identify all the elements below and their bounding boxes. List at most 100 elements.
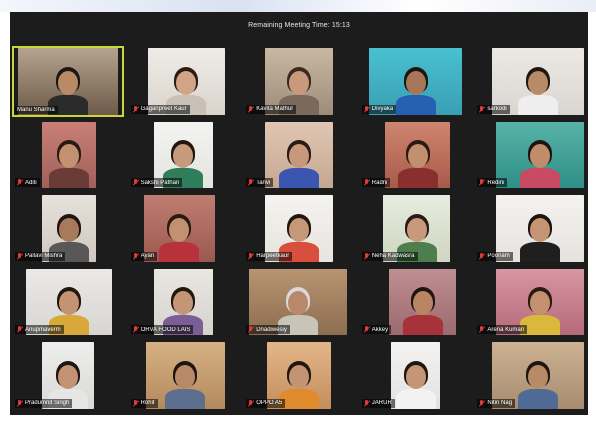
participant-figure xyxy=(394,59,438,115)
participant-tile[interactable]: Redini xyxy=(474,119,586,191)
participant-video xyxy=(42,121,96,189)
participant-name: Gaganpreet Kaur xyxy=(140,106,187,113)
muted-microphone-icon xyxy=(248,326,254,333)
participant-name-label: Nitin Nag xyxy=(477,398,516,408)
muted-microphone-icon xyxy=(248,105,254,113)
participant-name: Pradumnit Singh xyxy=(25,400,70,407)
participant-tile[interactable]: Ayan xyxy=(127,193,240,264)
participant-tile[interactable]: Neha Kadwasra xyxy=(358,193,471,264)
participant-tile[interactable]: Gaganpreet Kaur xyxy=(127,46,240,117)
participant-video xyxy=(265,121,333,189)
participant-video xyxy=(18,48,118,115)
participant-name-label: Dnadiwesiy xyxy=(246,325,290,335)
desktop-background xyxy=(0,0,596,12)
participant-name-label: Poonam xyxy=(477,251,513,261)
participant-name: Kavita Mathur xyxy=(256,106,294,113)
muted-microphone-icon xyxy=(479,252,485,260)
participant-tile[interactable]: ORVA FOOD LAIS xyxy=(127,266,240,338)
participant-figure xyxy=(394,353,438,409)
participant-tile[interactable]: Pradumnit Singh xyxy=(12,340,124,411)
meeting-window: Remaining Meeting Time: 15:13 Manu Sharm… xyxy=(10,12,588,415)
muted-microphone-icon xyxy=(133,326,139,333)
participant-figure xyxy=(518,132,562,189)
participant-tile[interactable]: Pallavi Mishra xyxy=(12,193,124,264)
participant-tile[interactable]: Radni xyxy=(358,119,471,191)
participant-tile[interactable]: OPPO A5 xyxy=(243,340,355,411)
participant-tile[interactable]: Akkey xyxy=(358,266,471,338)
muted-microphone-icon xyxy=(479,399,485,407)
participant-name: Tanvi xyxy=(256,179,271,186)
participant-name: Manu Sharma xyxy=(17,106,55,113)
muted-microphone-icon xyxy=(364,179,370,186)
participant-tile[interactable]: Aditi xyxy=(12,119,124,191)
muted-microphone-icon xyxy=(133,105,139,113)
muted-microphone-icon xyxy=(364,252,370,260)
participant-tile[interactable]: Tanvi xyxy=(243,119,355,191)
participant-name-label: sarkodi xyxy=(477,104,510,114)
muted-microphone-icon xyxy=(479,326,485,333)
participant-tile[interactable]: Anupmaverm xyxy=(12,266,124,338)
participant-figure xyxy=(163,353,207,409)
muted-microphone-icon xyxy=(133,252,139,260)
muted-microphone-icon xyxy=(17,399,23,407)
meeting-timer-text: Remaining Meeting Time: 15:13 xyxy=(248,21,350,29)
muted-microphone-icon xyxy=(248,179,254,186)
muted-microphone-icon xyxy=(364,399,370,407)
participant-name: Harpeetkaur xyxy=(256,253,290,260)
participant-name-label: Redini xyxy=(477,178,508,188)
participant-name-label: Arena Kumari xyxy=(477,325,528,335)
participant-name: Redini xyxy=(487,179,505,186)
participant-name-label: ORVA FOOD LAIS xyxy=(130,325,194,335)
participant-name: Akkey xyxy=(371,326,389,333)
participant-name: Sakshi Pathan xyxy=(140,179,180,186)
participant-tile[interactable]: JARUR xyxy=(358,340,471,411)
participant-figure xyxy=(396,132,440,189)
muted-microphone-icon xyxy=(248,399,254,407)
participant-name: Divyaka xyxy=(371,106,394,113)
participant-figure xyxy=(516,353,560,409)
participant-figure xyxy=(401,279,445,336)
participant-name: Arena Kumari xyxy=(487,326,525,333)
muted-microphone-icon xyxy=(248,252,254,260)
participant-tile[interactable]: Rohit xyxy=(127,340,240,411)
participant-tile[interactable]: Kavita Mathur xyxy=(243,46,355,117)
participant-name-label: Sakshi Pathan xyxy=(130,178,183,188)
participant-tile[interactable]: Manu Sharma xyxy=(12,46,124,117)
participant-tile[interactable]: Poonam xyxy=(474,193,586,264)
muted-microphone-icon xyxy=(17,252,23,260)
participant-name: sarkodi xyxy=(487,106,507,113)
participant-name-label: Divyaka xyxy=(361,104,397,114)
participant-name-label: Gaganpreet Kaur xyxy=(130,104,190,114)
participant-name: Dnadiwesiy xyxy=(256,326,287,333)
participant-name-label: Aditi xyxy=(15,178,40,188)
participant-name: Nitin Nag xyxy=(487,400,513,407)
participant-tile[interactable]: Harpeetkaur xyxy=(243,193,355,264)
participant-tile[interactable]: Dnadiwesiy xyxy=(243,266,355,338)
participant-tile[interactable]: sarkodi xyxy=(474,46,586,117)
participant-name: Pallavi Mishra xyxy=(25,253,63,260)
participant-video xyxy=(384,121,451,189)
participant-tile[interactable]: Arena Kumari xyxy=(474,266,586,338)
participant-name-label: Kavita Mathur xyxy=(246,104,297,114)
participant-name-label: Anupmaverm xyxy=(15,325,64,335)
participant-name: Rohit xyxy=(140,400,155,407)
participant-name: Radni xyxy=(371,179,388,186)
participant-tile[interactable]: Divyaka xyxy=(358,46,471,117)
participant-name-label: Ayan xyxy=(130,251,158,261)
participant-gallery: Manu Sharma Gaganpreet Kaur Kavita Mathur D… xyxy=(12,46,586,411)
participant-name-label: Tanvi xyxy=(246,178,274,188)
participant-name-label: Pradumnit Singh xyxy=(15,398,73,408)
participant-name-label: JARUR xyxy=(361,398,395,408)
participant-name: Ayan xyxy=(140,253,155,260)
muted-microphone-icon xyxy=(17,326,23,333)
meeting-timer-banner: Remaining Meeting Time: 15:13 xyxy=(10,12,588,38)
participant-name-label: Akkey xyxy=(361,325,392,335)
participant-name-label: Harpeetkaur xyxy=(246,251,293,261)
participant-figure xyxy=(157,206,201,262)
participant-tile[interactable]: Nitin Nag xyxy=(474,340,586,411)
participant-name-label: Neha Kadwasra xyxy=(361,251,418,261)
participant-tile[interactable]: Sakshi Pathan xyxy=(127,119,240,191)
muted-microphone-icon xyxy=(479,105,485,113)
participant-name-label: Manu Sharma xyxy=(15,105,58,114)
participant-figure xyxy=(518,206,562,262)
